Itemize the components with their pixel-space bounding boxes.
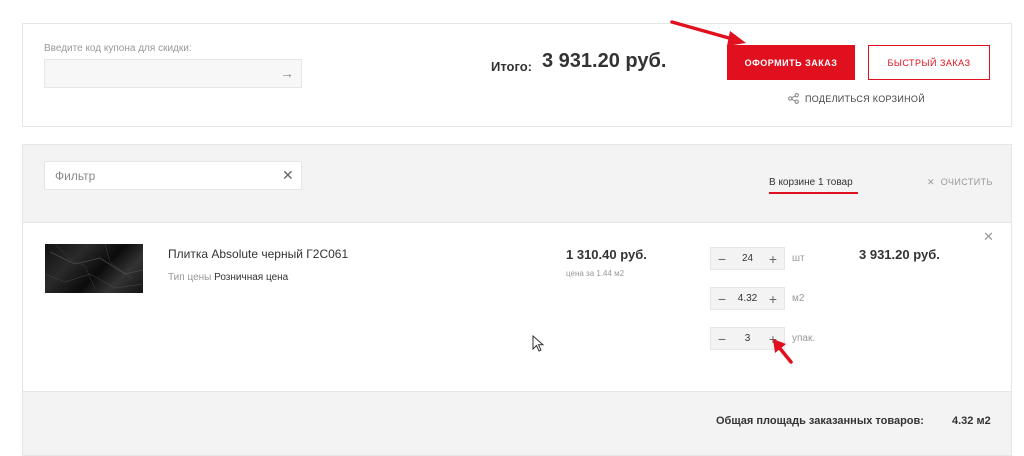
clear-icon: ✕	[927, 177, 935, 187]
price-type-label: Тип цены	[168, 272, 212, 283]
active-tab-underline	[769, 192, 858, 194]
quick-order-button[interactable]: БЫСТРЫЙ ЗАКАЗ	[868, 45, 990, 80]
quantity-stepper-pieces[interactable]: − 24 +	[710, 247, 785, 270]
close-icon[interactable]: ✕	[282, 167, 294, 184]
quantity-value[interactable]: 3	[729, 333, 766, 344]
minus-icon[interactable]: −	[715, 252, 729, 266]
quantity-value[interactable]: 4.32	[729, 293, 766, 304]
quantity-unit: упак.	[792, 333, 816, 344]
basket-count-tab[interactable]: В корзине 1 товар	[769, 177, 853, 188]
share-cart-link[interactable]: ПОДЕЛИТЬСЯ КОРЗИНОЙ	[788, 93, 925, 104]
mouse-cursor-icon	[532, 335, 545, 352]
plus-icon[interactable]: +	[766, 332, 780, 346]
price-type: Тип цены Розничная цена	[168, 272, 288, 283]
total-label: Итого:	[491, 59, 532, 74]
arrow-right-icon[interactable]: →	[280, 65, 294, 81]
price-type-value: Розничная цена	[214, 272, 289, 283]
product-thumbnail[interactable]	[45, 244, 143, 293]
remove-item-icon[interactable]: ✕	[983, 229, 994, 245]
share-icon	[788, 93, 799, 104]
quantity-value[interactable]: 24	[729, 253, 766, 264]
minus-icon[interactable]: −	[715, 292, 729, 306]
line-total: 3 931.20 руб.	[859, 247, 940, 262]
coupon-input[interactable]	[44, 59, 302, 88]
price-note: цена за 1.44 м2	[566, 269, 625, 278]
checkout-button[interactable]: ОФОРМИТЬ ЗАКАЗ	[727, 45, 855, 80]
total-area-label: Общая площадь заказанных товаров:	[716, 415, 924, 427]
quantity-unit: м2	[792, 293, 805, 304]
clear-cart-label: ОЧИСТИТЬ	[940, 177, 993, 187]
coupon-label: Введите код купона для скидки:	[44, 43, 192, 54]
product-name[interactable]: Плитка Absolute черный Г2С061	[168, 247, 348, 261]
total-area-value: 4.32 м2	[952, 415, 991, 427]
clear-cart-button[interactable]: ✕ ОЧИСТИТЬ	[927, 177, 993, 188]
quantity-unit: шт	[792, 253, 805, 264]
quantity-stepper-packs[interactable]: − 3 +	[710, 327, 785, 350]
plus-icon[interactable]: +	[766, 292, 780, 306]
unit-price: 1 310.40 руб.	[566, 247, 647, 262]
plus-icon[interactable]: +	[766, 252, 780, 266]
quantity-stepper-area[interactable]: − 4.32 +	[710, 287, 785, 310]
filter-placeholder: Фильтр	[55, 169, 96, 183]
minus-icon[interactable]: −	[715, 332, 729, 346]
total-value: 3 931.20 руб.	[542, 50, 667, 72]
share-label: ПОДЕЛИТЬСЯ КОРЗИНОЙ	[805, 93, 925, 104]
